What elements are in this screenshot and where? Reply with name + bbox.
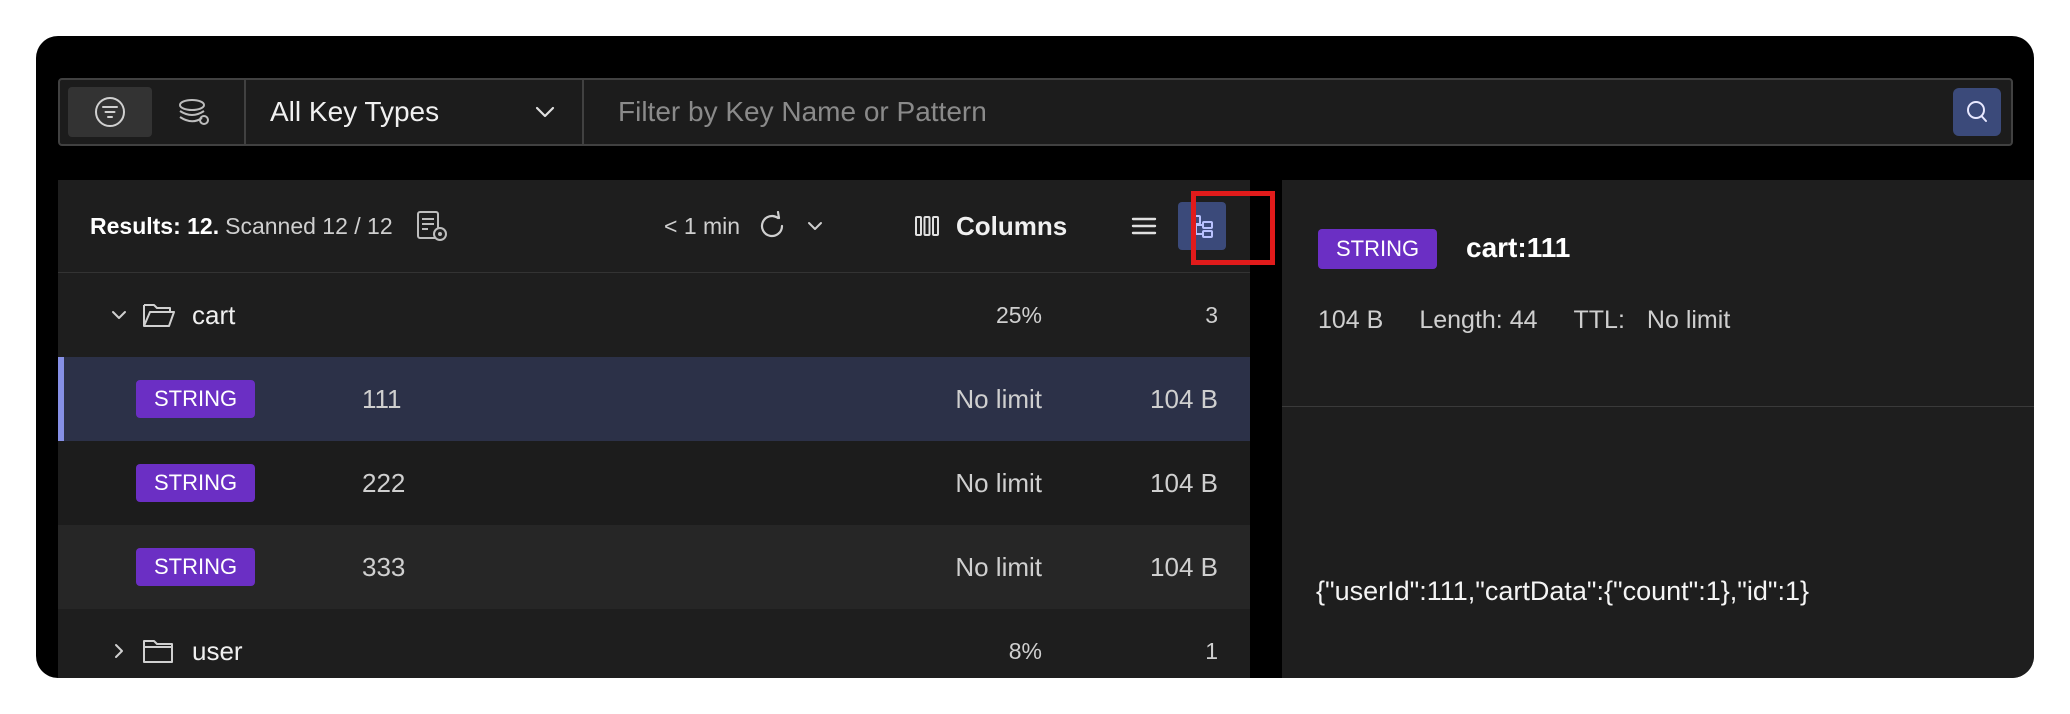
key-name: 333: [362, 551, 406, 582]
filter-mode-button[interactable]: [68, 87, 152, 137]
key-row-222[interactable]: STRING 222 No limit 104 B: [58, 441, 1250, 525]
vector-search-mode-button[interactable]: [152, 87, 236, 137]
chevron-right-icon[interactable]: [110, 642, 128, 660]
folder-key-count: 1: [1205, 637, 1218, 664]
key-name: 222: [362, 467, 406, 498]
scanned-count: Scanned 12 / 12: [225, 212, 393, 239]
chevron-down-icon: [535, 106, 555, 118]
search-icon: [1967, 101, 1987, 122]
app-window: All Key Types Results: 12. Scanned 12 / …: [36, 36, 2034, 678]
layers-search-icon: [179, 99, 209, 125]
search-area: [584, 80, 2011, 144]
folder-name: cart: [192, 299, 236, 330]
key-size: 104 B: [1150, 383, 1218, 414]
ttl-label: TTL:: [1573, 306, 1625, 334]
results-count: Results: 12.: [90, 212, 220, 239]
folder-percent: 8%: [1008, 637, 1042, 664]
key-metadata: 104 B Length: 44 TTL: No limit: [1318, 306, 1730, 335]
key-list-panel: Results: 12. Scanned 12 / 12 < 1 min Col…: [58, 180, 1275, 678]
search-button[interactable]: [1953, 88, 2001, 136]
key-row-111[interactable]: STRING 111 No limit 104 B: [58, 357, 1250, 441]
key-type-label: All Key Types: [270, 96, 440, 127]
folder-name: user: [192, 635, 243, 666]
list-icon: [1131, 217, 1157, 235]
chevron-down-icon[interactable]: [110, 309, 128, 321]
key-ttl: No limit: [955, 467, 1042, 498]
folder-open-icon: [142, 301, 176, 329]
type-badge: STRING: [136, 380, 256, 418]
type-badge: STRING: [1318, 229, 1438, 269]
detail-ttl[interactable]: TTL: No limit: [1574, 306, 1731, 335]
filter-bar: All Key Types: [58, 78, 2013, 146]
refresh-control: < 1 min: [664, 180, 824, 272]
columns-label: Columns: [956, 210, 1068, 241]
search-input[interactable]: [616, 95, 1953, 129]
key-value[interactable]: {"userId":111,"cartData":{"count":1},"id…: [1316, 576, 1809, 607]
folder-row-cart[interactable]: cart 25% 3: [58, 273, 1250, 357]
key-name: 111: [362, 383, 402, 414]
ttl-value: No limit: [1646, 306, 1731, 334]
key-row-333[interactable]: STRING 333 No limit 104 B: [58, 525, 1250, 609]
list-view-button[interactable]: [1120, 202, 1168, 250]
list-header: Results: 12. Scanned 12 / 12 < 1 min Col…: [58, 180, 1275, 273]
type-badge: STRING: [136, 464, 256, 502]
type-badge: STRING: [136, 548, 256, 586]
scan-settings-icon[interactable]: [415, 209, 449, 243]
folder-percent: 25%: [995, 301, 1042, 328]
key-ttl: No limit: [955, 383, 1042, 414]
detail-size: 104 B: [1318, 306, 1384, 334]
results-summary: Results: 12. Scanned 12 / 12: [90, 180, 449, 272]
folder-key-count: 3: [1205, 301, 1218, 328]
refresh-icon[interactable]: [758, 211, 788, 241]
details-header: STRING cart:111 104 B Length: 44 TTL: No …: [1282, 180, 2034, 407]
last-refresh-label: < 1 min: [664, 212, 741, 239]
key-size: 104 B: [1150, 551, 1218, 582]
chevron-down-icon[interactable]: [806, 220, 824, 232]
key-details-panel: STRING cart:111 104 B Length: 44 TTL: No …: [1282, 180, 2034, 678]
key-type-select[interactable]: All Key Types: [246, 80, 584, 144]
detail-key-name[interactable]: cart:111: [1466, 232, 1570, 264]
folder-row-user[interactable]: user 8% 1: [58, 609, 1250, 678]
key-size: 104 B: [1150, 467, 1218, 498]
detail-length: Length: 44: [1419, 306, 1538, 334]
key-ttl: No limit: [955, 551, 1042, 582]
filter-icon: [95, 97, 125, 127]
columns-icon: [915, 216, 939, 236]
tree-view-highlight: [1191, 191, 1275, 265]
columns-button[interactable]: Columns: [914, 180, 1067, 272]
search-mode-group: [60, 80, 246, 144]
folder-icon: [142, 637, 176, 665]
